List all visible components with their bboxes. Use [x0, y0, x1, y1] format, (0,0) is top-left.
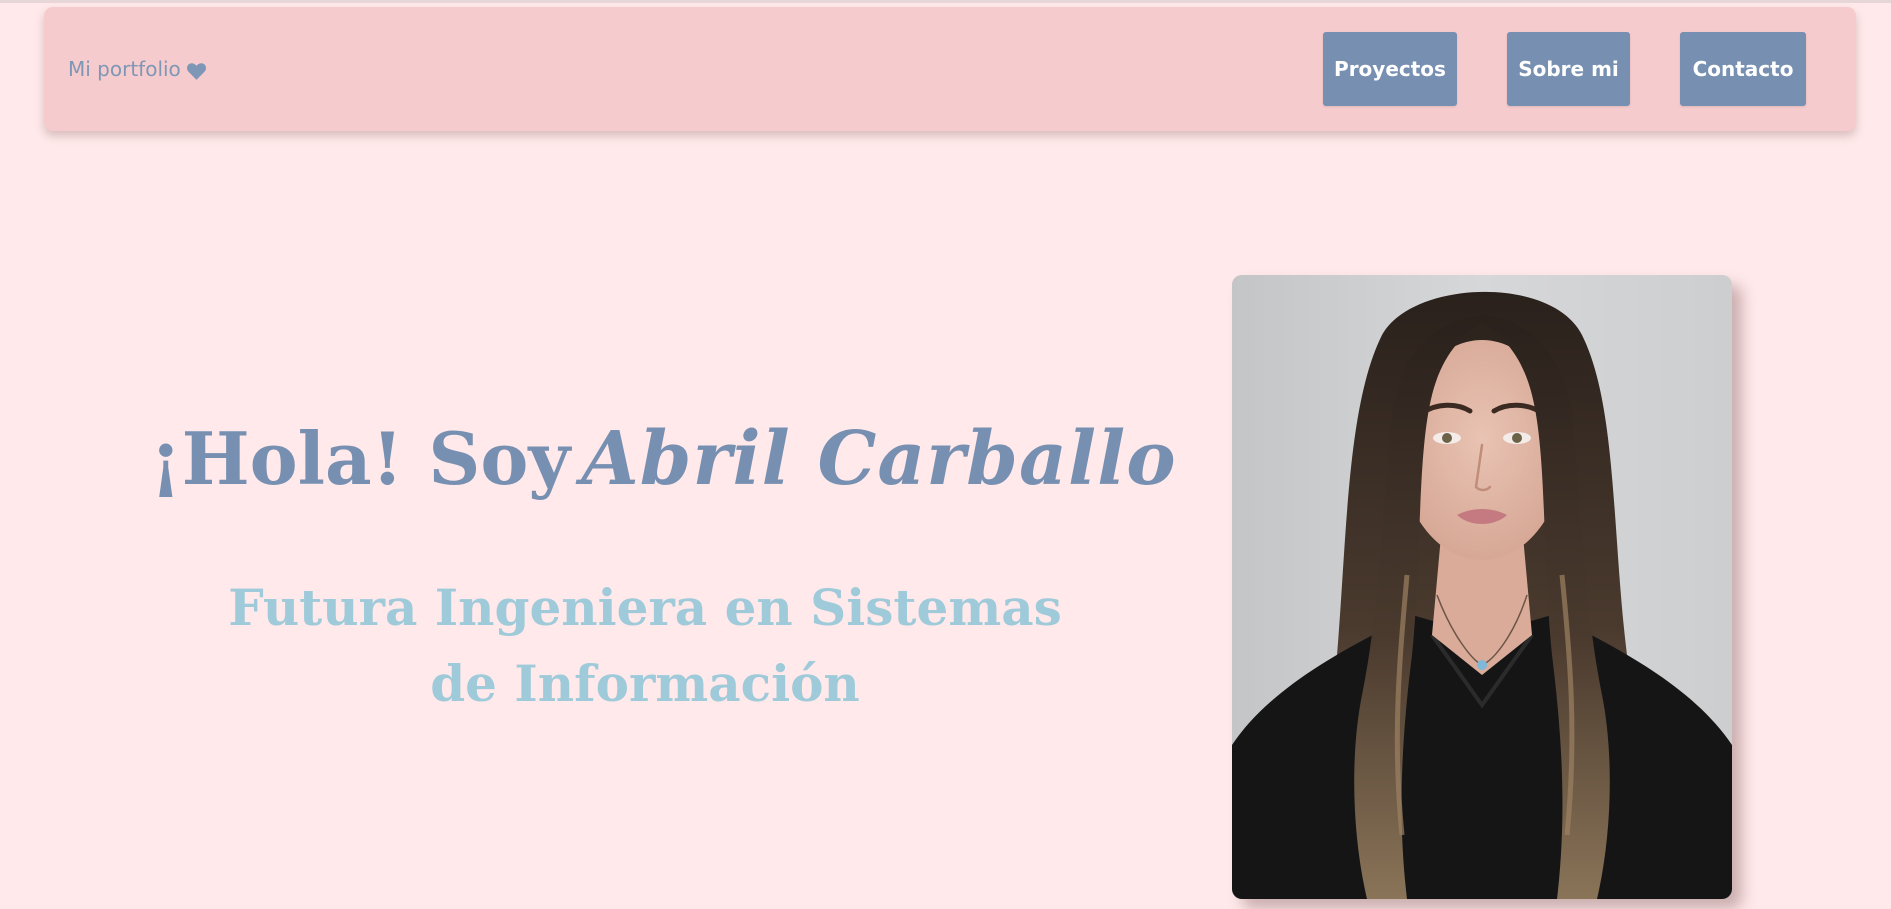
hero-name: Abril Carballo	[581, 416, 1177, 502]
hero-title: ¡Hola! Soy Abril Carballo	[150, 422, 1176, 496]
heart-icon	[186, 61, 206, 80]
nav-button-sobre-mi[interactable]: Sobre mi	[1507, 32, 1630, 106]
hero-greeting: ¡Hola! Soy	[150, 416, 571, 501]
navbar: Mi portfolio Proyectos Sobre mi Contacto	[44, 7, 1856, 131]
nav-button-contacto[interactable]: Contacto	[1680, 32, 1806, 106]
brand-label: Mi portfolio	[68, 57, 181, 81]
profile-photo	[1232, 275, 1732, 899]
hero-subtitle: Futura Ingeniera en Sistemas de Informac…	[228, 578, 1062, 713]
brand[interactable]: Mi portfolio	[68, 57, 206, 81]
top-border	[0, 0, 1891, 3]
nav-button-proyectos[interactable]: Proyectos	[1323, 32, 1457, 106]
